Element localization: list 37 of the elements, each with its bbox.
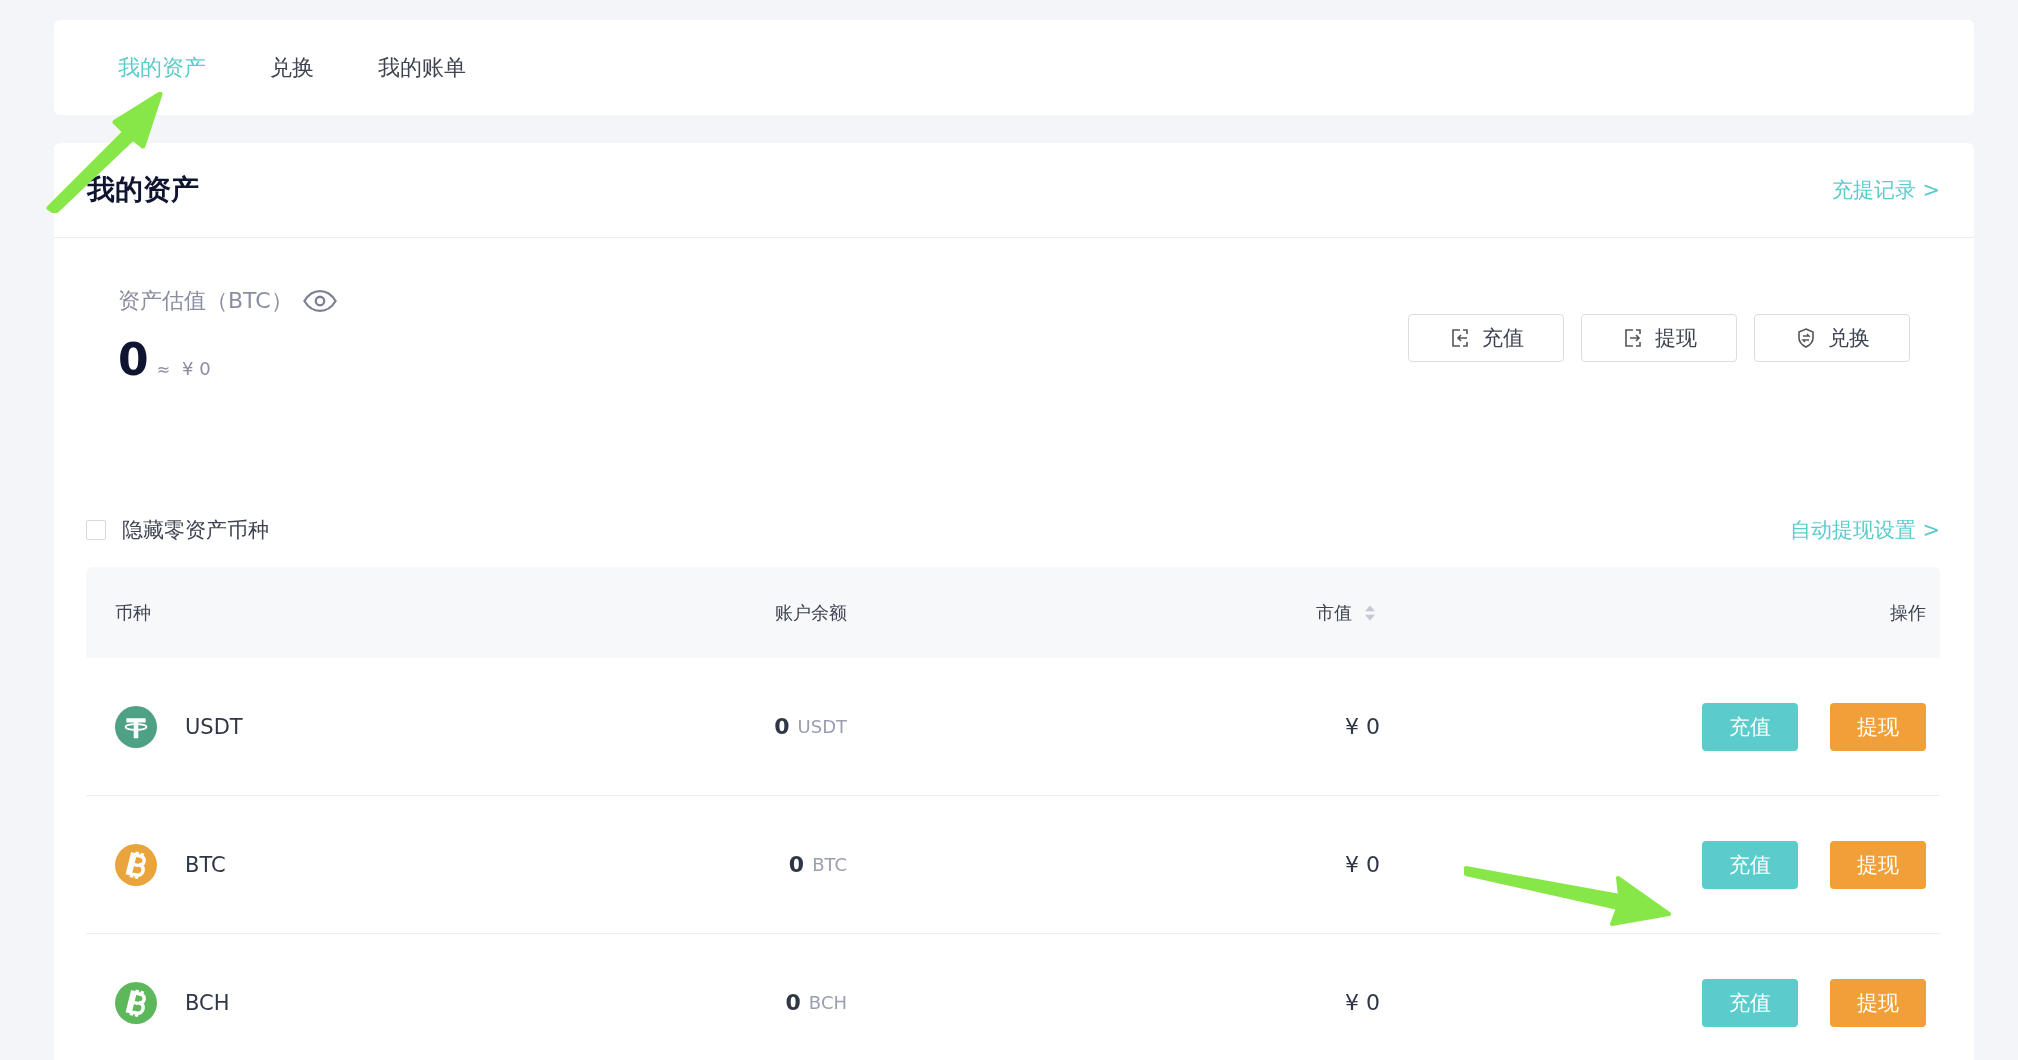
- section-title: 我的资产: [87, 172, 199, 208]
- withdraw-button[interactable]: 提现: [1830, 978, 1926, 1027]
- total-amount: 0: [118, 334, 149, 385]
- market-value: ¥ 0: [1345, 714, 1380, 739]
- balance: 0: [785, 990, 801, 1015]
- withdraw-button[interactable]: 提现: [1830, 702, 1926, 751]
- column-header: 账户余额: [775, 600, 847, 625]
- coin-name: BTC: [185, 852, 226, 877]
- unit-label: BTC: [812, 854, 847, 875]
- deposit-button[interactable]: 充值: [1702, 840, 1798, 889]
- market-value: ¥ 0: [1345, 852, 1380, 877]
- deposit-button[interactable]: 充值: [1702, 978, 1798, 1027]
- checkbox-label: 隐藏零资产币种: [122, 517, 269, 544]
- withdraw-button[interactable]: 提现: [1830, 840, 1926, 889]
- coin-name: USDT: [185, 714, 243, 739]
- balance: 0: [774, 714, 790, 739]
- column-header: 操作: [1890, 600, 1926, 625]
- deposit-button[interactable]: 充值: [1702, 702, 1798, 751]
- tab[interactable]: 我的资产: [118, 52, 206, 83]
- unit-label: BCH: [808, 992, 847, 1013]
- withdraw-button[interactable]: 提现: [1581, 314, 1737, 362]
- checkbox[interactable]: [86, 520, 106, 540]
- auto-withdraw-link[interactable]: 自动提现设置 >: [1789, 516, 1940, 544]
- unit-label: USDT: [797, 716, 847, 737]
- market-value: ¥ 0: [1345, 990, 1380, 1015]
- tab[interactable]: 我的账单: [378, 52, 466, 83]
- coin-name: BCH: [185, 990, 230, 1015]
- estimate-label: 资产估值（BTC）: [118, 287, 293, 315]
- column-header: 币种: [115, 600, 151, 625]
- cny-amount: ¥ 0: [182, 358, 211, 379]
- balance: 0: [788, 852, 805, 877]
- records-link[interactable]: 充提记录 >: [1831, 176, 1940, 204]
- deposit-button[interactable]: 充值: [1408, 314, 1564, 362]
- exchange-button[interactable]: 兑换: [1754, 314, 1910, 362]
- tab[interactable]: 兑换: [270, 52, 314, 83]
- column-header[interactable]: 市值: [1316, 600, 1380, 625]
- approx-sign: ≈: [156, 360, 171, 379]
